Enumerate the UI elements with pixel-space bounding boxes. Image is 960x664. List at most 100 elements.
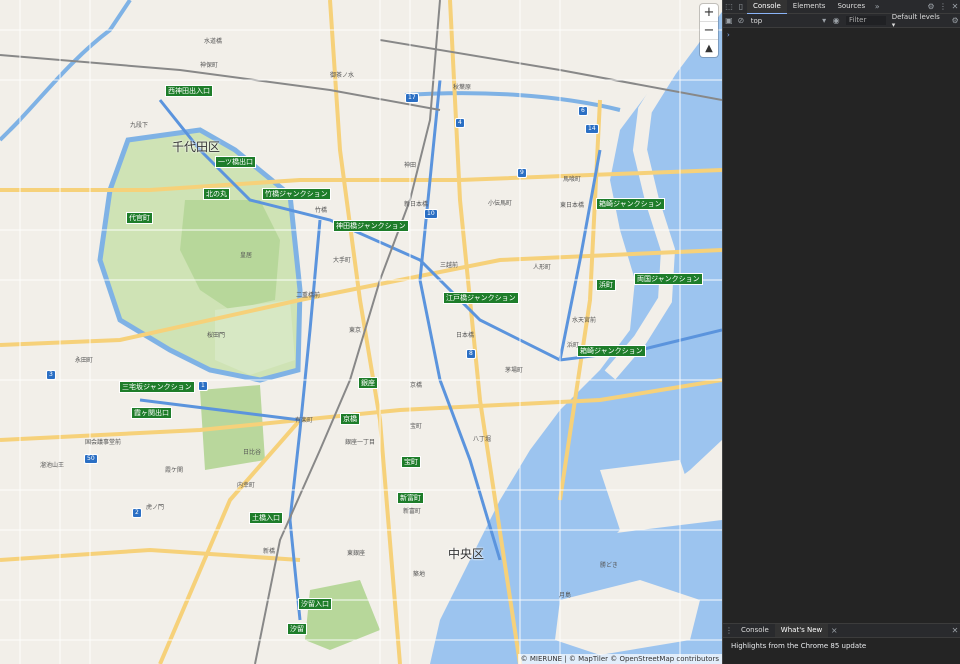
context-selector[interactable]: top: [747, 17, 818, 25]
place-label: 京橋: [410, 382, 423, 389]
route-shield: 17: [405, 93, 419, 103]
place-label: 小伝馬町: [488, 200, 513, 207]
route-shield: 10: [424, 209, 438, 219]
ward-label: 中央区: [448, 547, 485, 561]
console-prompt[interactable]: ›: [723, 28, 960, 42]
zoom-in-button[interactable]: +: [700, 4, 718, 21]
junction-label: 神田橋ジャンクション: [333, 220, 409, 232]
route-shield: 8: [466, 349, 476, 359]
place-label: 溜池山王: [40, 462, 65, 469]
junction-label: 宝町: [401, 456, 421, 468]
place-label: 人形町: [533, 264, 552, 271]
filter-input[interactable]: Filter: [846, 16, 886, 25]
tab-elements[interactable]: Elements: [787, 0, 832, 13]
junction-label: 北の丸: [203, 188, 230, 200]
place-label: 三越前: [440, 262, 459, 269]
drawer-menu-icon[interactable]: ⋮: [723, 625, 735, 637]
place-label: 国会議事堂前: [85, 439, 122, 446]
route-shield: 3: [46, 370, 56, 380]
whats-new-heading: Highlights from the Chrome 85 update: [731, 642, 867, 650]
place-label: 浜町: [567, 342, 580, 349]
route-shield: 4: [455, 118, 465, 128]
close-drawer-icon[interactable]: ✕: [949, 625, 960, 637]
route-shield: 1: [198, 381, 208, 391]
place-label: 内幸町: [237, 482, 256, 489]
place-label: 九段下: [130, 122, 149, 129]
close-tab-icon[interactable]: ×: [828, 625, 840, 637]
console-settings-gear-icon[interactable]: ⚙: [949, 15, 960, 27]
place-label: 虎ノ門: [146, 504, 165, 511]
place-label: 新富町: [403, 508, 422, 515]
console-toolbar: ▣ ⊘ top ▾ ◉ Filter Default levels ▾ ⚙: [723, 13, 960, 29]
junction-label: 浜町: [596, 279, 616, 291]
place-label: 勝どき: [600, 562, 618, 569]
tab-console[interactable]: Console: [747, 0, 787, 14]
place-label: 御茶ノ水: [330, 72, 355, 79]
place-label: 日比谷: [243, 449, 262, 456]
junction-label: 箱崎ジャンクション: [577, 345, 646, 357]
console-output[interactable]: ›: [723, 28, 960, 624]
log-levels-dropdown[interactable]: Default levels ▾: [888, 13, 949, 29]
junction-label: 一ツ橋出口: [215, 156, 256, 168]
zoom-out-button[interactable]: −: [700, 21, 718, 39]
place-label: 月島: [559, 592, 572, 599]
junction-label: 京橋: [340, 413, 360, 425]
sidebar-toggle-icon[interactable]: ▣: [723, 15, 735, 27]
zoom-controls: + − ▲: [700, 4, 718, 57]
junction-label: 汐留: [287, 623, 307, 635]
junction-label: 西神田出入口: [165, 85, 213, 97]
more-options-icon[interactable]: ⋮: [937, 1, 949, 13]
place-label: 水道橋: [204, 38, 223, 45]
settings-gear-icon[interactable]: ⚙: [925, 1, 937, 13]
compass-reset-button[interactable]: ▲: [700, 39, 718, 57]
place-label: 宝町: [410, 423, 423, 430]
place-label: 新橋: [263, 548, 276, 555]
place-label: 二重橋前: [296, 292, 321, 299]
more-tabs-icon[interactable]: »: [871, 1, 883, 13]
place-label: 東銀座: [347, 550, 366, 557]
route-shield: 14: [585, 124, 599, 134]
map-attribution[interactable]: © MIERUNE | © MapTiler © OpenStreetMap c…: [517, 654, 722, 664]
place-label: 八丁堀: [473, 436, 492, 443]
junction-label: 新富町: [397, 492, 424, 504]
junction-label: 霞ヶ関出口: [131, 407, 172, 419]
junction-label: 代官町: [126, 212, 153, 224]
route-shield: 50: [84, 454, 98, 464]
place-label: 茅場町: [505, 367, 524, 374]
tab-sources[interactable]: Sources: [831, 0, 871, 13]
devtools-panel: ⬚ ▯ Console Elements Sources » ⚙ ⋮ ✕ ▣ ⊘…: [722, 0, 960, 664]
route-shield: 6: [578, 106, 588, 116]
live-expression-eye-icon[interactable]: ◉: [830, 15, 842, 27]
junction-label: 箱崎ジャンクション: [596, 198, 665, 210]
map-view[interactable]: 千代田区 中央区 一ツ橋出口 竹橋ジャンクション 代官町 北の丸 神田橋ジャンク…: [0, 0, 722, 664]
drawer-tab-console[interactable]: Console: [735, 624, 775, 637]
inspect-element-icon[interactable]: ⬚: [723, 1, 735, 13]
route-shield: 9: [517, 168, 527, 178]
place-label: 馬喰町: [563, 176, 582, 183]
place-label: 皇居: [240, 252, 253, 259]
clear-console-icon[interactable]: ⊘: [735, 15, 747, 27]
place-label: 大手町: [333, 257, 352, 264]
devtools-drawer: ⋮ Console What's New × ✕ Highlights from…: [723, 623, 960, 664]
context-dropdown-icon[interactable]: ▾: [818, 15, 830, 27]
place-label: 銀座一丁目: [345, 439, 376, 446]
place-label: 秋葉原: [453, 84, 472, 91]
route-shield: 2: [132, 508, 142, 518]
place-label: 日本橋: [456, 332, 475, 339]
junction-label: 三宅坂ジャンクション: [119, 381, 195, 393]
place-label: 竹橋: [315, 207, 328, 214]
ward-label: 千代田区: [172, 140, 221, 154]
junction-label: 両国ジャンクション: [634, 273, 703, 285]
junction-label: 銀座: [358, 377, 378, 389]
junction-label: 江戸橋ジャンクション: [443, 292, 519, 304]
drawer-tabbar: ⋮ Console What's New × ✕: [723, 624, 960, 638]
device-toolbar-icon[interactable]: ▯: [735, 1, 747, 13]
junction-label: 竹橋ジャンクション: [262, 188, 331, 200]
drawer-tab-whats-new[interactable]: What's New: [774, 624, 829, 637]
junction-label: 汐留入口: [298, 598, 332, 610]
close-icon[interactable]: ✕: [949, 1, 960, 13]
place-label: 有楽町: [295, 417, 314, 424]
place-label: 築地: [413, 571, 426, 578]
place-label: 桜田門: [207, 332, 226, 339]
place-label: 永田町: [75, 357, 94, 364]
